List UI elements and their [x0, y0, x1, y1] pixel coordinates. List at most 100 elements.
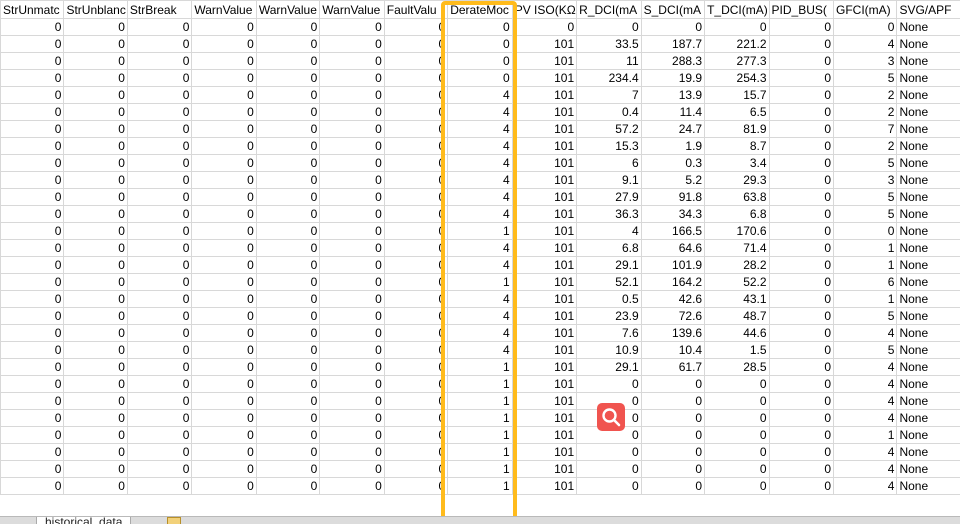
table-cell[interactable]: 0 — [64, 342, 127, 359]
column-header[interactable]: R_DCI(mA — [577, 1, 641, 19]
table-cell[interactable]: 91.8 — [641, 189, 704, 206]
table-cell[interactable]: 0 — [448, 36, 512, 53]
table-cell[interactable]: 4 — [834, 376, 897, 393]
table-cell[interactable]: 63.8 — [705, 189, 769, 206]
table-cell[interactable]: 0 — [192, 444, 256, 461]
table-cell[interactable]: 0 — [64, 325, 127, 342]
table-cell[interactable]: 0 — [512, 19, 576, 36]
table-cell[interactable]: 101 — [512, 308, 576, 325]
table-cell[interactable]: 0.5 — [577, 291, 641, 308]
table-cell[interactable]: 101 — [512, 172, 576, 189]
table-cell[interactable]: 0 — [127, 359, 191, 376]
table-cell[interactable]: 4 — [448, 291, 512, 308]
table-cell[interactable]: 277.3 — [705, 53, 769, 70]
table-cell[interactable]: 0 — [127, 342, 191, 359]
table-cell[interactable]: 0 — [769, 393, 833, 410]
table-cell[interactable]: 9.1 — [577, 172, 641, 189]
table-cell[interactable]: 0 — [769, 223, 833, 240]
table-cell[interactable]: 0 — [256, 376, 319, 393]
table-cell[interactable]: 0 — [769, 240, 833, 257]
table-cell[interactable]: 33.5 — [577, 36, 641, 53]
table-cell[interactable]: 0 — [384, 308, 447, 325]
table-cell[interactable]: 0 — [320, 461, 384, 478]
table-cell[interactable]: 0 — [1, 53, 64, 70]
table-cell[interactable]: 2 — [834, 104, 897, 121]
table-cell[interactable]: 34.3 — [641, 206, 704, 223]
table-cell[interactable]: 0 — [769, 274, 833, 291]
table-cell[interactable]: 0 — [127, 223, 191, 240]
table-cell[interactable]: 0 — [384, 257, 447, 274]
table-cell[interactable]: 0 — [320, 36, 384, 53]
table-cell[interactable]: 0 — [192, 87, 256, 104]
table-cell[interactable]: 0 — [448, 19, 512, 36]
column-header[interactable]: StrUnblanc — [64, 1, 127, 19]
table-cell[interactable]: 0 — [192, 359, 256, 376]
column-header[interactable]: T_DCI(mA) — [705, 1, 769, 19]
table-cell[interactable]: 0 — [320, 274, 384, 291]
table-cell[interactable]: 0 — [64, 291, 127, 308]
table-cell[interactable]: 4 — [577, 223, 641, 240]
table-cell[interactable]: 101 — [512, 36, 576, 53]
table-cell[interactable]: 0 — [384, 206, 447, 223]
table-cell[interactable]: 0 — [1, 291, 64, 308]
table-cell[interactable]: None — [897, 240, 960, 257]
table-cell[interactable]: 0 — [192, 138, 256, 155]
table-cell[interactable]: 64.6 — [641, 240, 704, 257]
table-cell[interactable]: 0 — [1, 427, 64, 444]
table-cell[interactable]: 101 — [512, 427, 576, 444]
table-cell[interactable]: 29.1 — [577, 359, 641, 376]
column-header[interactable]: DerateMoc — [448, 1, 512, 19]
table-cell[interactable]: 0 — [320, 206, 384, 223]
table-cell[interactable]: 0 — [384, 104, 447, 121]
table-cell[interactable]: 0 — [256, 121, 319, 138]
table-cell[interactable]: 0 — [192, 478, 256, 495]
table-cell[interactable]: 6.8 — [577, 240, 641, 257]
table-cell[interactable]: 0 — [384, 478, 447, 495]
table-cell[interactable]: None — [897, 291, 960, 308]
table-cell[interactable]: None — [897, 223, 960, 240]
table-cell[interactable]: 0 — [769, 70, 833, 87]
table-cell[interactable]: 0 — [320, 342, 384, 359]
table-cell[interactable]: 0 — [1, 342, 64, 359]
table-cell[interactable]: 0 — [127, 427, 191, 444]
table-cell[interactable]: None — [897, 461, 960, 478]
table-cell[interactable]: 0 — [1, 376, 64, 393]
table-cell[interactable]: 0 — [384, 291, 447, 308]
table-cell[interactable]: 48.7 — [705, 308, 769, 325]
table-cell[interactable]: 0 — [256, 240, 319, 257]
table-cell[interactable]: 29.1 — [577, 257, 641, 274]
table-cell[interactable]: 0 — [769, 257, 833, 274]
table-cell[interactable]: 13.9 — [641, 87, 704, 104]
table-cell[interactable]: 101 — [512, 410, 576, 427]
table-cell[interactable]: 0 — [64, 104, 127, 121]
table-cell[interactable]: 0 — [127, 274, 191, 291]
table-cell[interactable]: 52.2 — [705, 274, 769, 291]
table-cell[interactable]: 4 — [448, 138, 512, 155]
table-cell[interactable]: 0 — [256, 325, 319, 342]
table-cell[interactable]: 0 — [769, 342, 833, 359]
table-cell[interactable]: 4 — [834, 461, 897, 478]
table-cell[interactable]: 101 — [512, 189, 576, 206]
table-cell[interactable]: None — [897, 359, 960, 376]
table-cell[interactable]: 61.7 — [641, 359, 704, 376]
table-cell[interactable]: 0 — [769, 410, 833, 427]
table-cell[interactable]: 0 — [64, 155, 127, 172]
table-cell[interactable]: 0 — [192, 121, 256, 138]
table-cell[interactable]: 0 — [705, 376, 769, 393]
table-cell[interactable]: None — [897, 104, 960, 121]
table-cell[interactable]: 0 — [769, 376, 833, 393]
table-cell[interactable]: 0 — [64, 36, 127, 53]
table-cell[interactable]: 43.1 — [705, 291, 769, 308]
table-cell[interactable]: 0 — [127, 104, 191, 121]
table-cell[interactable]: 0 — [192, 155, 256, 172]
table-cell[interactable]: 81.9 — [705, 121, 769, 138]
table-cell[interactable]: 0 — [769, 206, 833, 223]
table-cell[interactable]: 0 — [705, 461, 769, 478]
table-cell[interactable]: 0 — [320, 172, 384, 189]
table-cell[interactable]: 0 — [641, 410, 704, 427]
table-cell[interactable]: 221.2 — [705, 36, 769, 53]
table-cell[interactable]: 0 — [577, 19, 641, 36]
table-cell[interactable]: 0 — [769, 427, 833, 444]
table-cell[interactable]: 101.9 — [641, 257, 704, 274]
table-cell[interactable]: 5 — [834, 206, 897, 223]
